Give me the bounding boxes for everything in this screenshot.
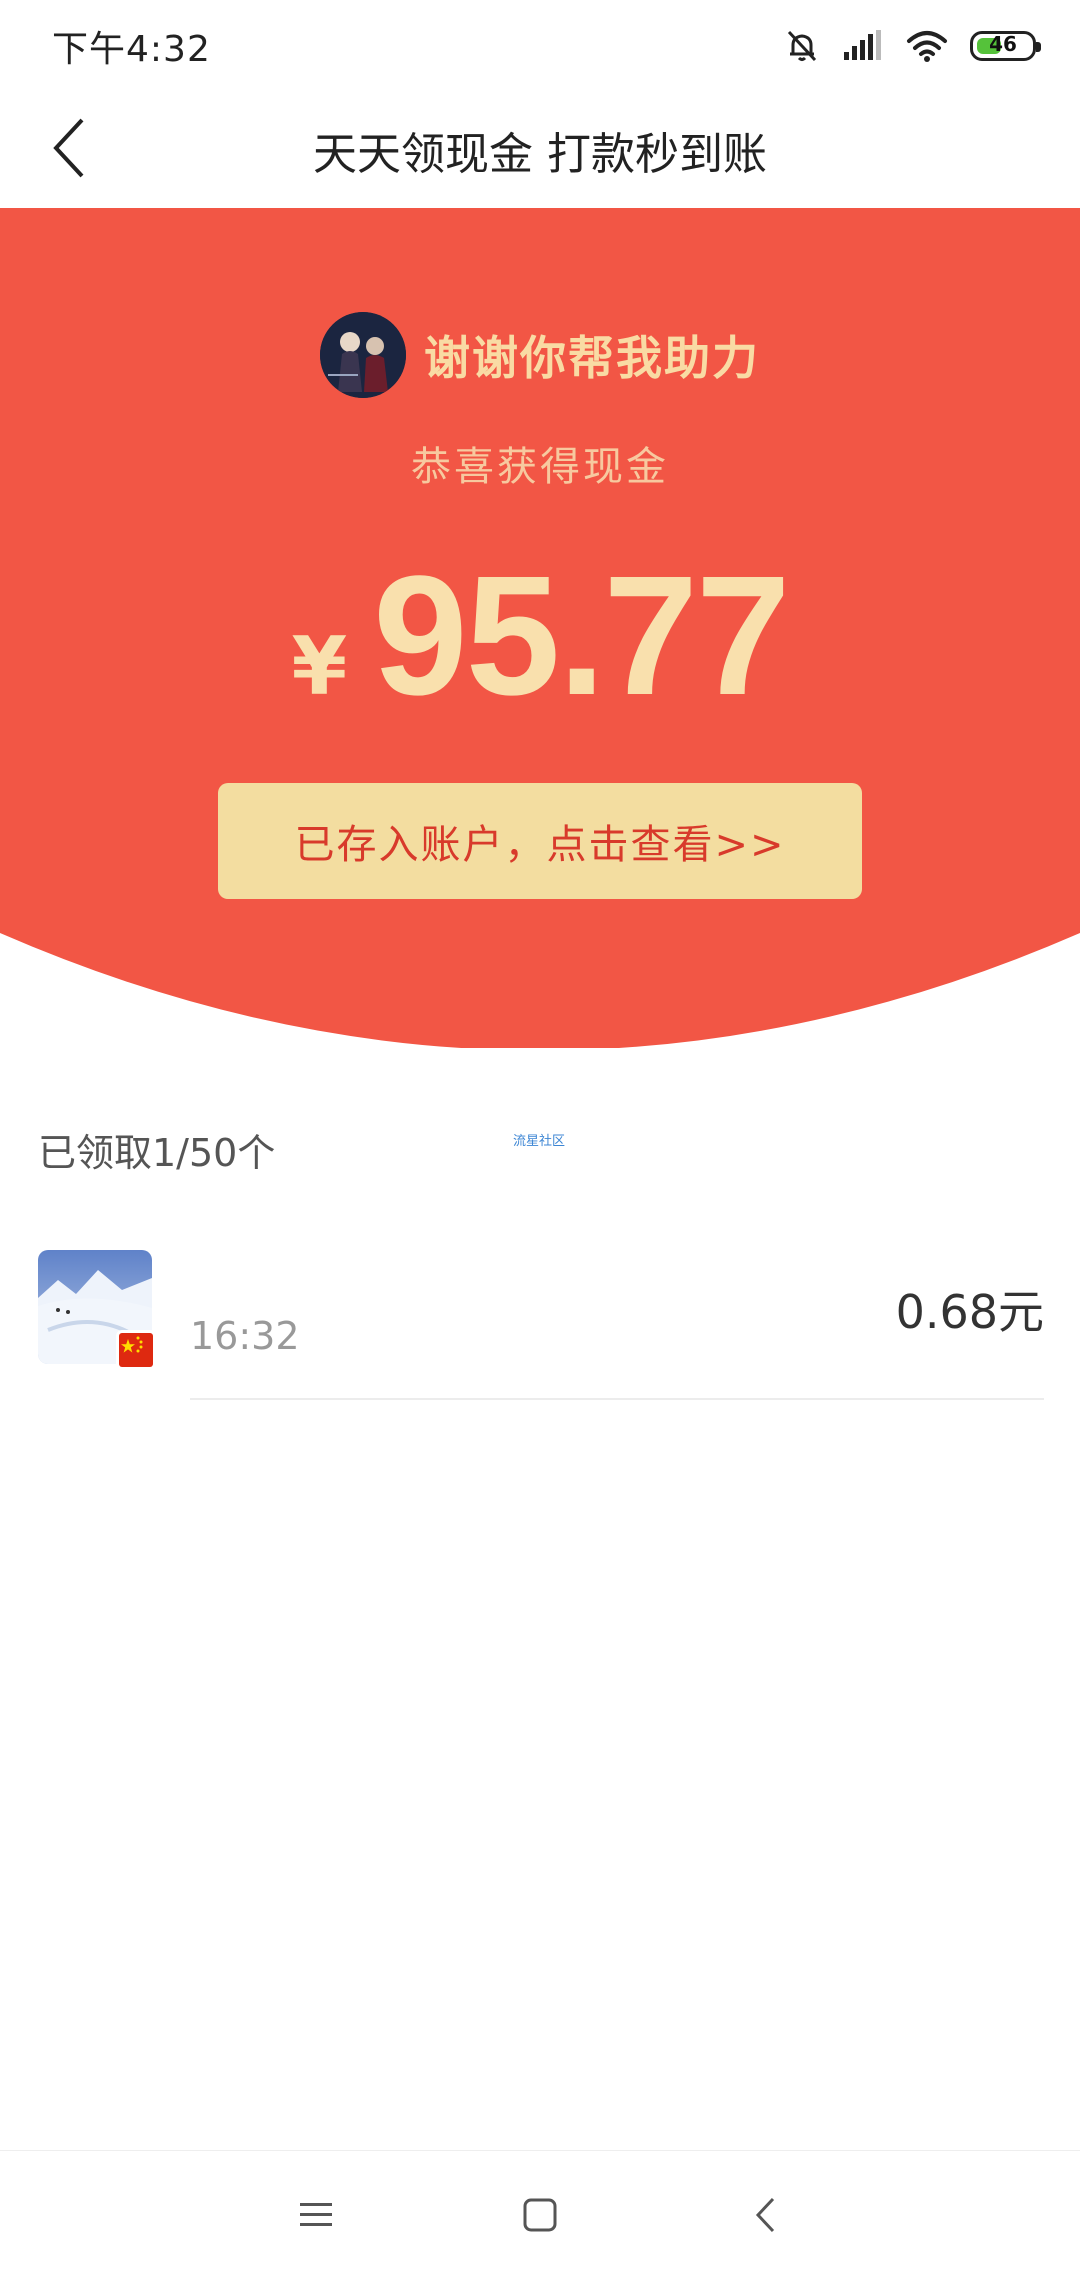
divider <box>190 1398 1044 1400</box>
amount-row: ¥ 95.77 <box>0 538 1080 734</box>
record-amount: 0.68元 <box>895 1285 1044 1339</box>
home-icon <box>523 2198 557 2232</box>
thanks-text: 谢谢你帮我助力 <box>424 331 760 385</box>
menu-button[interactable] <box>286 2185 346 2245</box>
battery-cap <box>1036 42 1041 52</box>
wifi-icon <box>907 31 947 62</box>
hero-subtitle: 恭喜获得现金 <box>411 444 669 490</box>
status-time: 下午4:32 <box>52 29 211 70</box>
cash-amount: 95.77 <box>373 541 790 731</box>
page-title: 天天领现金 打款秒到账 <box>313 129 767 180</box>
back-icon <box>755 2197 775 2233</box>
menu-icon <box>300 2203 332 2226</box>
currency-symbol: ¥ <box>291 620 348 713</box>
hero-banner: 谢谢你帮我助力 恭喜获得现金 ¥ 95.77 已存入账户，点击查看>> <box>0 208 1080 1048</box>
battery-level: 46 <box>989 32 1017 56</box>
received-count: 已领取1/50个 <box>38 1131 276 1175</box>
list-item[interactable]: 16:32 0.68元 <box>0 1236 1080 1400</box>
hero-user: 谢谢你帮我助力 <box>0 312 1080 398</box>
mute-icon <box>787 30 817 62</box>
user-avatar[interactable] <box>320 312 406 398</box>
nav-bar: 天天领现金 打款秒到账 <box>0 90 1080 209</box>
view-account-button[interactable]: 已存入账户，点击查看>> <box>218 783 862 899</box>
system-nav-bar <box>0 2150 1080 2280</box>
battery-icon: 46 <box>970 31 1041 61</box>
signal-icon <box>844 30 881 60</box>
china-flag-icon <box>116 1330 156 1370</box>
status-bar: 下午4:32 46 <box>0 0 1080 90</box>
app-screen: 下午4:32 46 天天领现金 打款秒到账 谢谢你帮我助力 恭喜获得现金 ¥ 9… <box>0 0 1080 2280</box>
system-back-button[interactable] <box>735 2185 795 2245</box>
watermark: 流星社区 <box>513 1134 566 1149</box>
record-time: 16:32 <box>190 1314 300 1358</box>
home-button[interactable] <box>510 2185 570 2245</box>
status-icons: 46 <box>784 24 1041 68</box>
